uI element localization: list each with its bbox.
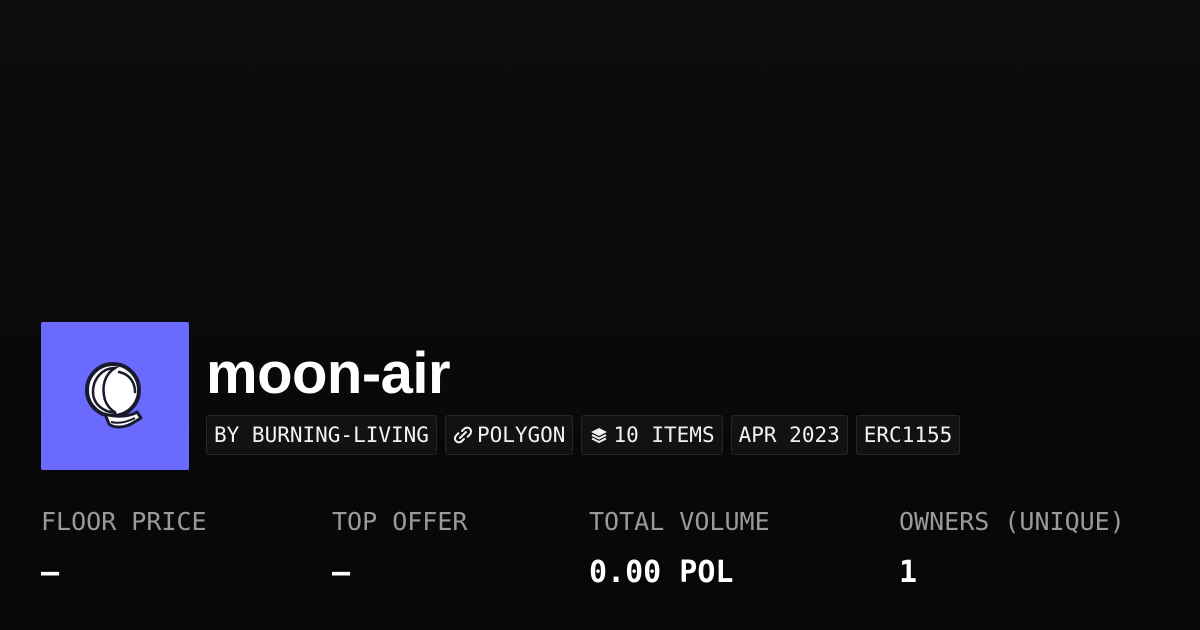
floor-price-stat: FLOOR PRICE – [41, 505, 207, 590]
total-volume-value: 0.00 POL [589, 555, 734, 590]
date-chip: APR 2023 [730, 415, 848, 455]
chain-chip[interactable]: POLYGON [444, 415, 574, 455]
collection-avatar [41, 322, 189, 470]
total-volume-stat: TOTAL VOLUME 0.00 POL [589, 505, 770, 590]
items-label: 10 ITEMS [613, 423, 715, 447]
creator-label: BY BURNING-LIVING [214, 423, 429, 447]
top-offer-stat: TOP OFFER – [332, 505, 467, 590]
floor-price-value: – [41, 555, 60, 590]
polygon-link-icon [453, 426, 473, 444]
astronaut-helmet-icon [85, 362, 143, 429]
owners-stat: OWNERS (UNIQUE) 1 [899, 505, 1125, 590]
total-volume-label: TOTAL VOLUME [589, 507, 770, 536]
top-offer-label: TOP OFFER [332, 507, 468, 536]
standard-label: ERC1155 [863, 423, 953, 447]
owners-label: OWNERS (UNIQUE) [899, 507, 1125, 536]
creator-chip[interactable]: BY BURNING-LIVING [206, 415, 437, 455]
standard-chip: ERC1155 [855, 415, 961, 455]
chain-label: POLYGON [476, 423, 566, 447]
collection-meta-chips: BY BURNING-LIVING POLYGON 10 ITEMS APR 2… [206, 415, 961, 455]
top-offer-value: – [332, 555, 351, 590]
collection-title: moon-air [206, 341, 451, 406]
layers-stack-icon [591, 428, 608, 443]
date-label: APR 2023 [738, 423, 840, 447]
items-chip[interactable]: 10 ITEMS [581, 415, 723, 455]
owners-value: 1 [899, 555, 918, 590]
floor-price-label: FLOOR PRICE [41, 507, 207, 536]
collection-card: moon-air BY BURNING-LIVING POLYGON 10 IT… [0, 0, 1200, 630]
